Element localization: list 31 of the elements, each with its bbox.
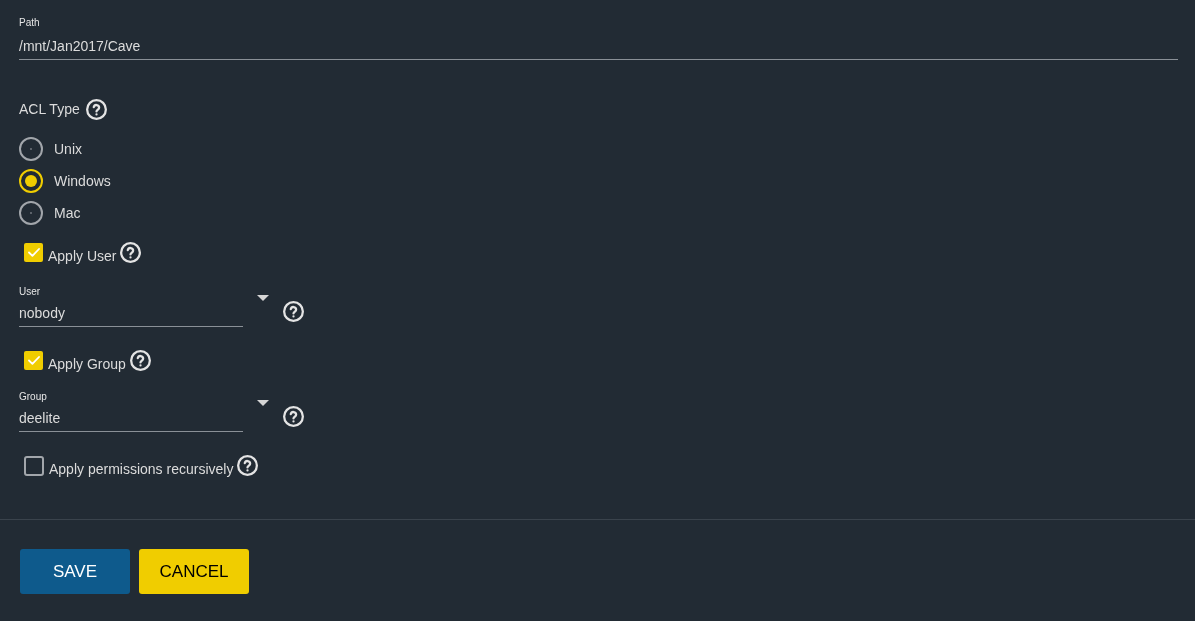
check-icon [27,356,40,365]
select-field[interactable]: nobody [19,300,243,327]
radio-button[interactable] [19,169,43,193]
select-field[interactable]: deelite [19,405,243,432]
checkbox-label: Apply Group [48,355,126,374]
field-label: Group [19,391,47,403]
help-icon[interactable] [129,350,151,371]
field-label: User [19,286,41,298]
checkbox[interactable] [24,351,43,370]
checkbox-label: Apply User [48,247,117,266]
radio-button[interactable] [19,201,43,225]
help-icon[interactable] [120,242,142,263]
action-button[interactable]: CANCEL [139,549,249,594]
action-button[interactable]: SAVE [20,549,130,594]
check-icon [27,248,40,257]
caret-icon[interactable] [257,400,269,406]
radio-label: Mac [54,203,81,223]
help-icon[interactable] [283,406,304,427]
checkbox[interactable] [24,455,44,476]
radio-label: Windows [54,171,111,191]
field-label: Path [19,17,40,29]
radio-label: Unix [54,139,82,159]
radio-button[interactable] [19,137,43,161]
help-icon[interactable] [283,301,304,322]
section-label: ACL Type [19,100,80,119]
help-icon[interactable] [237,455,259,476]
checkbox-label: Apply permissions recursively [49,460,234,479]
path-field[interactable]: /mnt/Jan2017/Cave [19,33,1178,60]
help-icon[interactable] [85,99,107,120]
caret-icon[interactable] [257,295,269,301]
checkbox[interactable] [24,243,43,262]
